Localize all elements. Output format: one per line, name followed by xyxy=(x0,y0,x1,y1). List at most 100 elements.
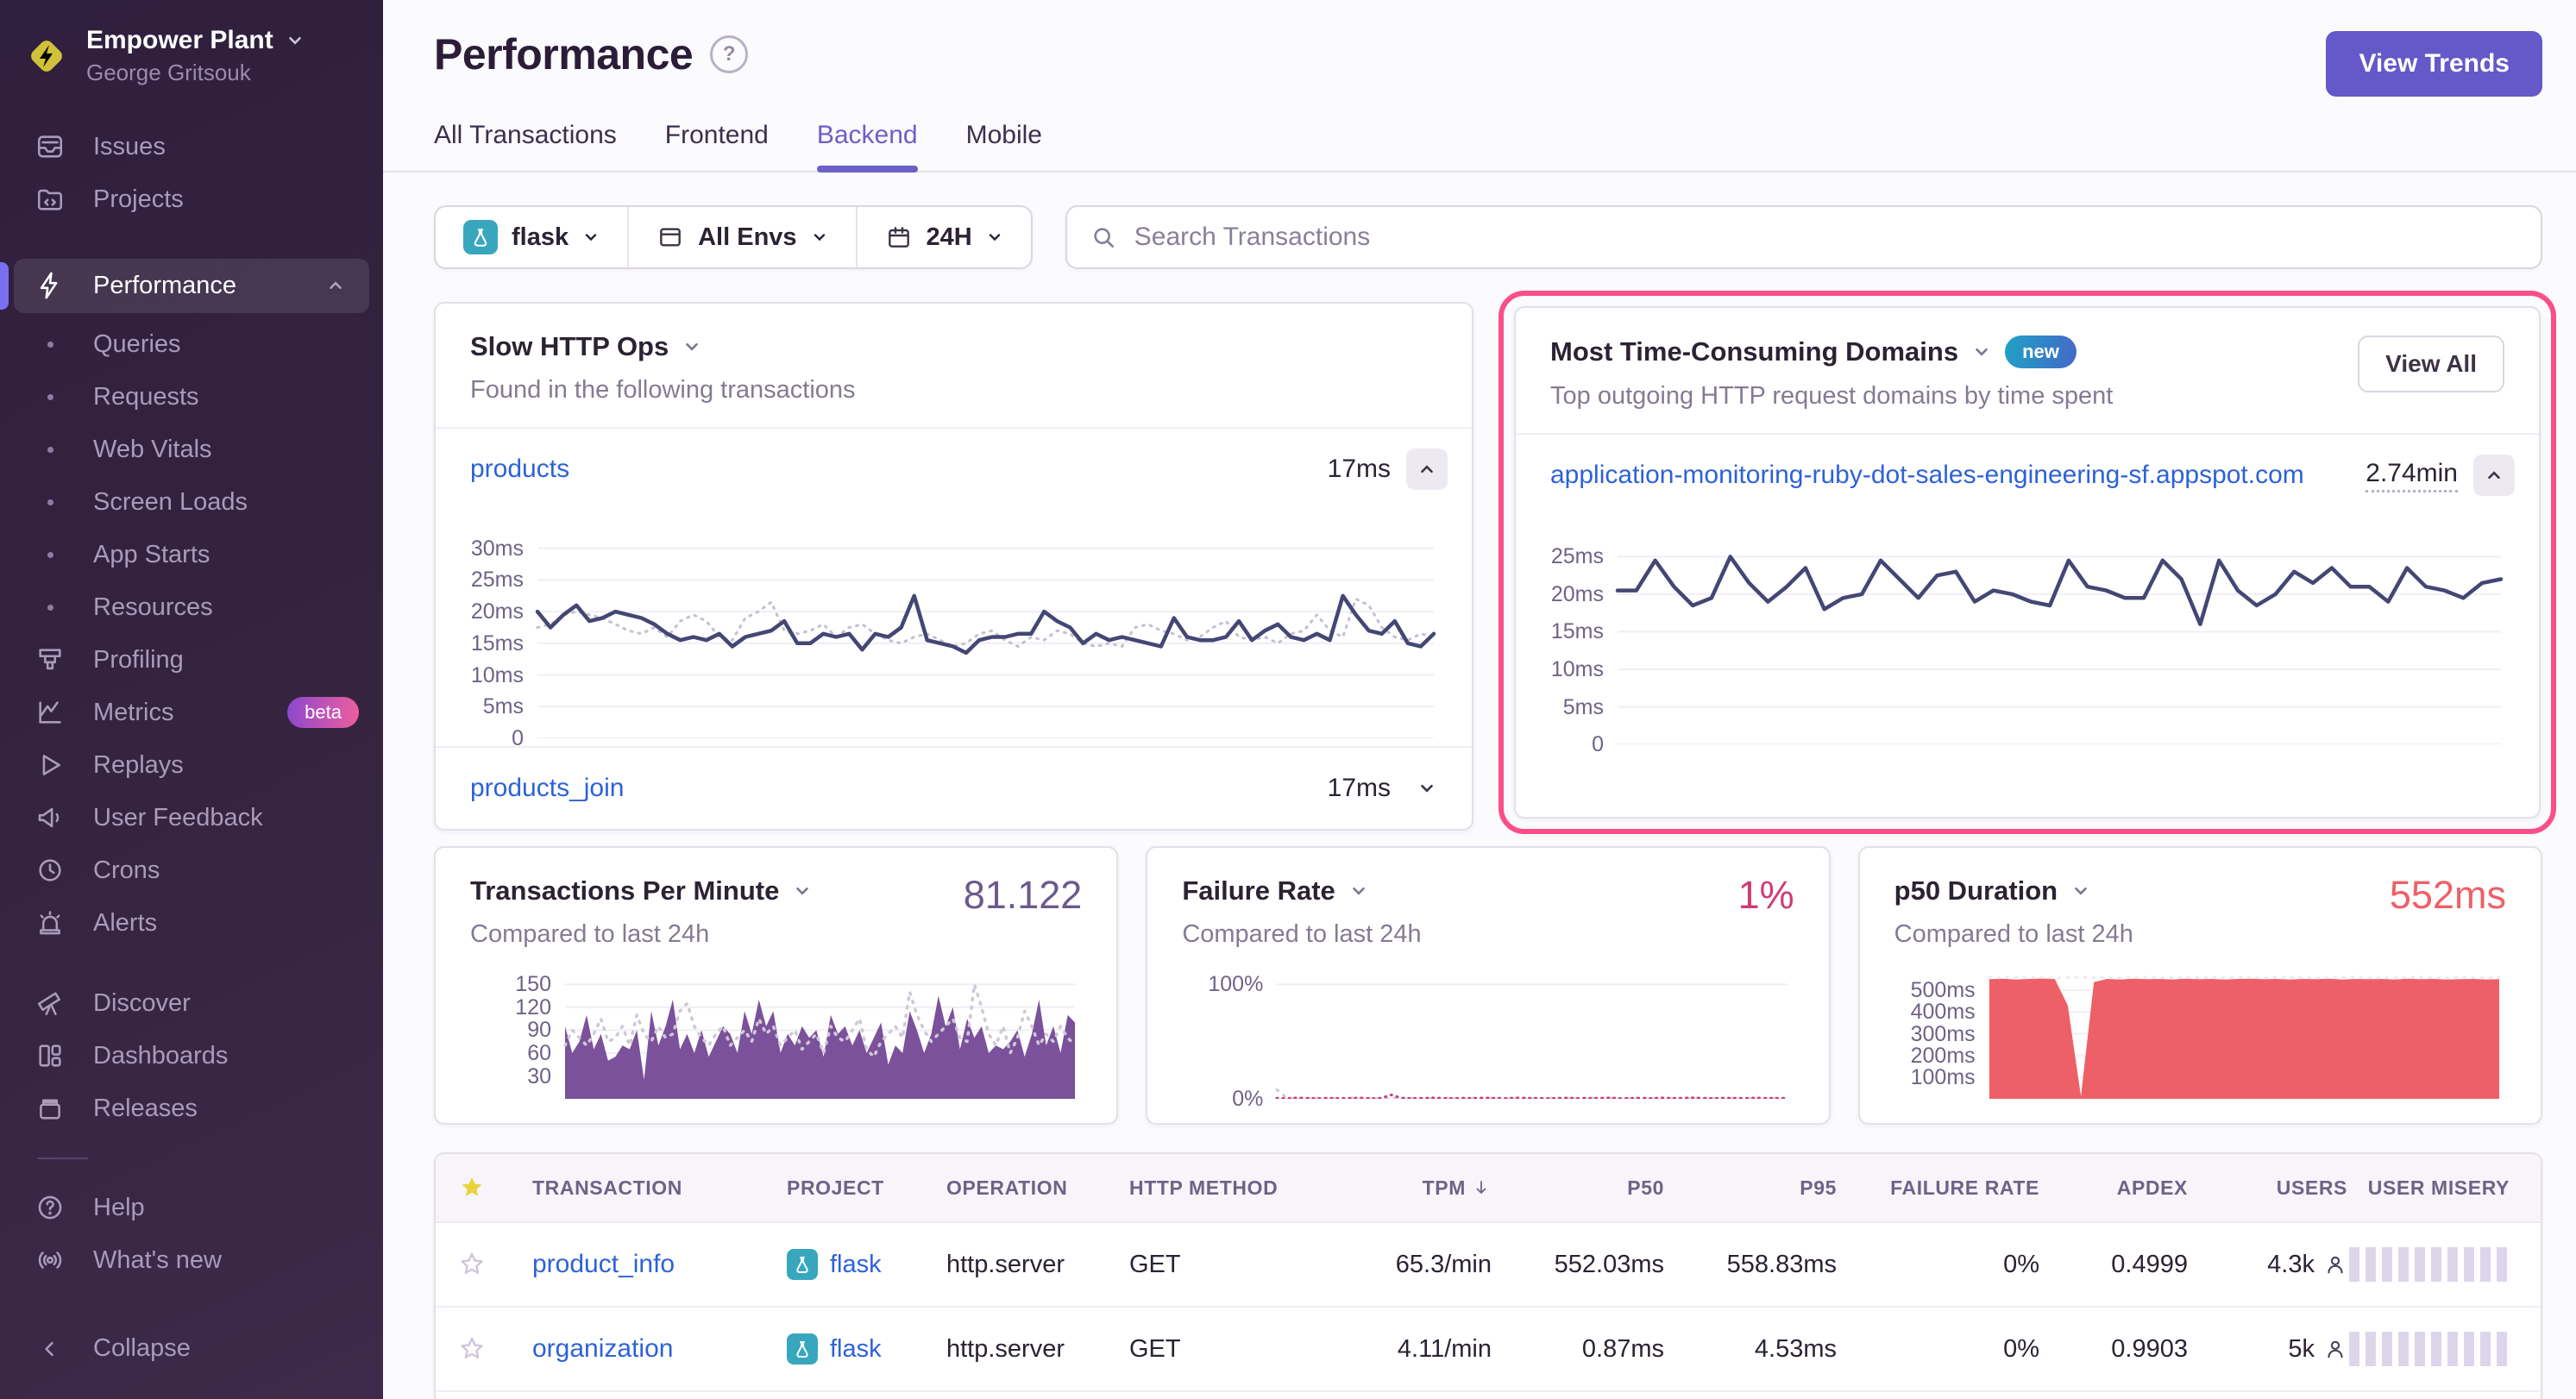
lightning-icon xyxy=(35,270,66,301)
users-cell: 4.3k xyxy=(2188,1251,2347,1279)
p95-cell: 558.83ms xyxy=(1664,1251,1837,1279)
bullet-icon xyxy=(35,499,66,505)
domains-title[interactable]: Most Time-Consuming Domains new xyxy=(1550,336,2358,368)
help-tooltip-icon[interactable]: ? xyxy=(710,35,748,73)
expand-products-join-button[interactable] xyxy=(1406,768,1448,809)
col-project[interactable]: Project xyxy=(787,1176,946,1200)
col-transaction[interactable]: Transaction xyxy=(532,1176,787,1200)
page-filter-group: flask All Envs 24H xyxy=(434,205,1033,269)
chevron-down-icon xyxy=(2071,881,2090,900)
main-content: Performance ? View Trends All Transactio… xyxy=(383,0,2576,1399)
flask-project-icon xyxy=(463,220,498,254)
view-trends-button[interactable]: View Trends xyxy=(2326,31,2542,97)
sidebar-item-crons[interactable]: Crons xyxy=(0,844,383,897)
tab-all-transactions[interactable]: All Transactions xyxy=(434,121,617,171)
failure-rate-chart: 100%0% xyxy=(1147,973,1807,1099)
p50-duration-card: p50 Duration Compared to last 24h 552ms … xyxy=(1858,846,2542,1125)
tab-frontend[interactable]: Frontend xyxy=(665,121,769,171)
sidebar-item-requests[interactable]: Requests xyxy=(0,371,383,423)
performance-page: Empower Plant George Gritsouk Issues Pro… xyxy=(0,0,2576,1399)
http-method-cell: GET xyxy=(1129,1335,1336,1364)
sidebar-collapse-button[interactable]: Collapse xyxy=(0,1322,383,1375)
metrics-icon xyxy=(35,697,66,728)
flask-project-icon xyxy=(787,1333,818,1364)
col-http-method[interactable]: HTTP Method xyxy=(1129,1176,1336,1200)
date-range-filter[interactable]: 24H xyxy=(858,223,1031,252)
users-cell: 5k xyxy=(2188,1335,2347,1364)
col-p95[interactable]: P95 xyxy=(1664,1176,1837,1200)
project-cell[interactable]: flask xyxy=(787,1249,946,1280)
collapse-domain-button[interactable] xyxy=(2473,455,2515,496)
col-apdex[interactable]: Apdex xyxy=(2039,1176,2188,1200)
tpm-title[interactable]: Transactions Per Minute xyxy=(470,875,964,907)
operation-cell: http.server xyxy=(946,1251,1129,1279)
megaphone-icon xyxy=(35,802,66,833)
products-join-link[interactable]: products_join xyxy=(470,774,624,803)
col-user-misery[interactable]: User Misery xyxy=(2347,1176,2510,1200)
environment-filter[interactable]: All Envs xyxy=(629,223,855,252)
domain-link[interactable]: application-monitoring-ruby-dot-sales-en… xyxy=(1550,461,2304,490)
favorite-star-button[interactable] xyxy=(458,1251,532,1278)
new-badge: new xyxy=(2005,336,2077,368)
project-cell[interactable]: flask xyxy=(787,1333,946,1364)
collapse-products-button[interactable] xyxy=(1406,449,1448,490)
project-filter[interactable]: flask xyxy=(436,220,627,254)
sidebar-item-dashboards[interactable]: Dashboards xyxy=(0,1030,383,1082)
table-header-row: Transaction Project Operation HTTP Metho… xyxy=(436,1154,2541,1223)
transactions-table: Transaction Project Operation HTTP Metho… xyxy=(434,1152,2542,1399)
tpm-subtitle: Compared to last 24h xyxy=(470,920,964,949)
org-switcher[interactable]: Empower Plant George Gritsouk xyxy=(0,0,383,109)
col-operation[interactable]: Operation xyxy=(946,1176,1129,1200)
sidebar-item-performance[interactable]: Performance xyxy=(14,259,369,313)
search-icon xyxy=(1090,223,1117,251)
sidebar-item-metrics[interactable]: Metrics beta xyxy=(0,687,383,739)
search-box xyxy=(1065,205,2542,269)
sidebar-item-user-feedback[interactable]: User Feedback xyxy=(0,792,383,844)
tab-mobile[interactable]: Mobile xyxy=(966,121,1042,171)
chevron-left-icon xyxy=(35,1333,66,1364)
sidebar-item-whats-new[interactable]: What's new xyxy=(0,1234,383,1287)
bullet-icon xyxy=(35,605,66,611)
sidebar-divider xyxy=(38,1157,88,1159)
sidebar-item-screen-loads[interactable]: Screen Loads xyxy=(0,476,383,529)
sidebar-item-help[interactable]: Help xyxy=(0,1182,383,1234)
transaction-link[interactable]: organization xyxy=(532,1334,787,1364)
broadcast-icon xyxy=(35,1245,66,1276)
beta-badge: beta xyxy=(287,697,359,728)
search-input[interactable] xyxy=(1133,222,2518,253)
content-area: flask All Envs 24H xyxy=(383,173,2576,1399)
user-misery-bars xyxy=(2349,1247,2510,1282)
failure-rate-title[interactable]: Failure Rate xyxy=(1182,875,1737,907)
p50-duration-title[interactable]: p50 Duration xyxy=(1894,875,2390,907)
sidebar-item-resources[interactable]: Resources xyxy=(0,581,383,634)
tab-backend[interactable]: Backend xyxy=(817,121,918,171)
sidebar-item-issues[interactable]: Issues xyxy=(0,121,383,173)
sidebar-item-web-vitals[interactable]: Web Vitals xyxy=(0,423,383,476)
failure-rate-cell: 0% xyxy=(1837,1251,2039,1279)
favorite-star-button[interactable] xyxy=(458,1335,532,1363)
releases-icon xyxy=(35,1093,66,1124)
sidebar-item-alerts[interactable]: Alerts xyxy=(0,897,383,950)
sidebar-item-releases[interactable]: Releases xyxy=(0,1082,383,1135)
chevron-down-icon xyxy=(1417,779,1436,798)
view-all-button[interactable]: View All xyxy=(2358,336,2504,392)
sidebar-item-queries[interactable]: Queries xyxy=(0,318,383,371)
sidebar-item-app-starts[interactable]: App Starts xyxy=(0,529,383,581)
bullet-icon xyxy=(35,394,66,400)
domain-row: application-monitoring-ruby-dot-sales-en… xyxy=(1516,435,2539,516)
chevron-down-icon xyxy=(286,31,305,50)
products-link[interactable]: products xyxy=(470,455,569,484)
col-tpm[interactable]: TPM xyxy=(1336,1176,1492,1200)
col-failure-rate[interactable]: Failure Rate xyxy=(1837,1176,2039,1200)
sidebar-item-projects[interactable]: Projects xyxy=(0,173,383,226)
slow-http-ops-title[interactable]: Slow HTTP Ops xyxy=(470,331,1437,362)
transaction-link[interactable]: product_info xyxy=(532,1250,787,1279)
sort-desc-icon xyxy=(1471,1177,1492,1198)
sidebar-item-discover[interactable]: Discover xyxy=(0,977,383,1030)
sidebar-item-replays[interactable]: Replays xyxy=(0,739,383,792)
sidebar-item-profiling[interactable]: Profiling xyxy=(0,634,383,687)
failure-rate-subtitle: Compared to last 24h xyxy=(1182,920,1737,949)
p95-cell: 4.53ms xyxy=(1664,1335,1837,1364)
col-p50[interactable]: P50 xyxy=(1492,1176,1664,1200)
col-users[interactable]: Users xyxy=(2188,1176,2347,1200)
